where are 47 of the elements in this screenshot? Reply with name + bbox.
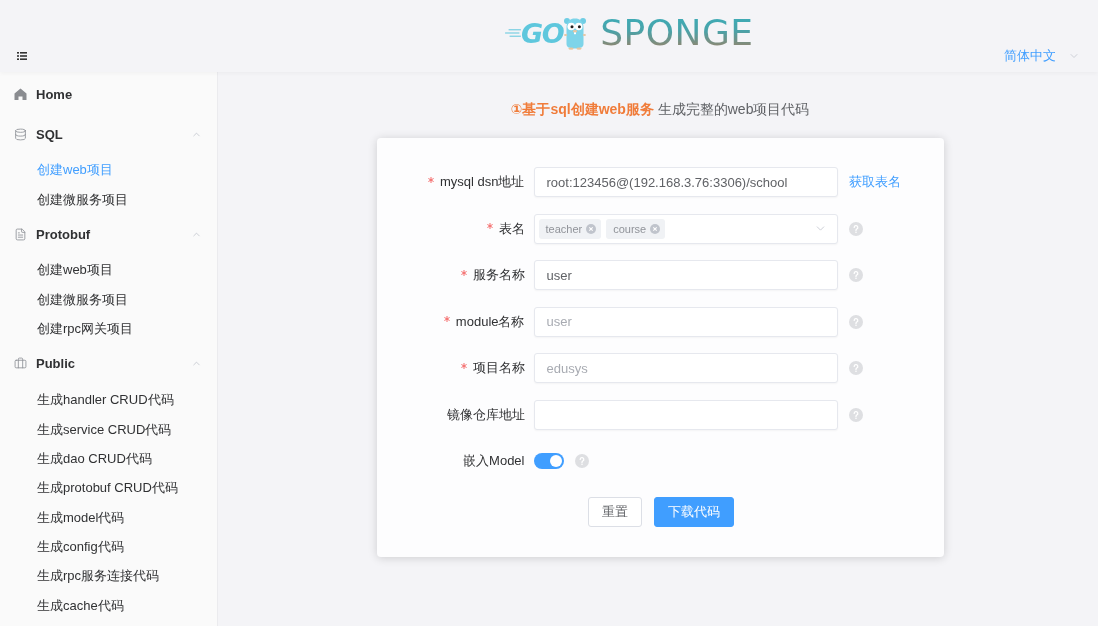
sidebar-group[interactable]: Public bbox=[0, 343, 217, 384]
sidebar-item[interactable]: 生成dao CRUD代码 bbox=[0, 444, 217, 474]
mascot-icon bbox=[563, 16, 588, 50]
logo-mark: GO bbox=[521, 17, 564, 49]
field-label: 镜像仓库地址 bbox=[446, 405, 525, 424]
help-icon[interactable] bbox=[848, 361, 863, 375]
document-icon bbox=[14, 227, 27, 241]
remove-icon[interactable] bbox=[650, 223, 661, 234]
sidebar-item[interactable]: 创建web项目 bbox=[0, 255, 217, 286]
field-label: module名称 bbox=[455, 312, 525, 331]
help-icon[interactable] bbox=[574, 454, 589, 468]
reset-button[interactable]: 重置 bbox=[588, 497, 642, 527]
field-label: mysql dsn地址 bbox=[439, 173, 525, 191]
text-field[interactable]: user bbox=[533, 306, 838, 337]
field-label: 表名 bbox=[498, 219, 525, 238]
sidebar-group[interactable]: SQL bbox=[0, 114, 217, 154]
field-label: 服务名称 bbox=[472, 266, 525, 284]
help-icon[interactable] bbox=[848, 268, 863, 282]
text-field[interactable]: user bbox=[533, 260, 838, 290]
sidebar-item[interactable]: Home bbox=[0, 74, 217, 114]
sidebar-item[interactable]: 生成rpc服务连接代码 bbox=[0, 561, 217, 592]
sidebar-item[interactable]: 生成service CRUD代码 bbox=[0, 414, 217, 445]
briefcase-icon bbox=[14, 357, 27, 371]
database-icon bbox=[14, 127, 27, 141]
sidebar-item[interactable]: 生成model代码 bbox=[0, 503, 217, 533]
sidebar-group[interactable]: Protobuf bbox=[0, 214, 217, 255]
field-label: 嵌入Model bbox=[463, 452, 525, 470]
text-field[interactable] bbox=[533, 399, 838, 430]
page-heading: ①基于sql创建web服务 生成完整的web项目代码 bbox=[509, 101, 810, 117]
remove-icon[interactable] bbox=[586, 223, 597, 234]
menu-icon[interactable] bbox=[17, 52, 27, 60]
text-field[interactable]: root:123456@(192.168.3.76:3306)/school bbox=[533, 167, 838, 197]
sidebar-item[interactable]: 创建微服务项目 bbox=[0, 285, 217, 315]
speed-lines-icon bbox=[505, 29, 521, 37]
sidebar-item[interactable]: 生成protobuf CRUD代码 bbox=[0, 473, 217, 503]
sidebar-item[interactable]: 创建微服务项目 bbox=[0, 184, 217, 215]
sidebar-item[interactable]: 创建rpc网关项目 bbox=[0, 314, 217, 344]
sidebar-item[interactable]: 生成config代码 bbox=[0, 532, 217, 562]
toggle-switch[interactable] bbox=[533, 453, 564, 469]
help-icon[interactable] bbox=[848, 221, 863, 236]
field-label: 项目名称 bbox=[472, 359, 525, 377]
help-icon[interactable] bbox=[848, 407, 863, 422]
sidebar-item[interactable]: 生成cache代码 bbox=[0, 591, 217, 621]
home-icon bbox=[14, 88, 27, 100]
help-icon[interactable] bbox=[848, 314, 863, 329]
text-field[interactable]: edusys bbox=[533, 353, 838, 383]
sidebar-item[interactable]: 生成handler CRUD代码 bbox=[0, 385, 217, 415]
